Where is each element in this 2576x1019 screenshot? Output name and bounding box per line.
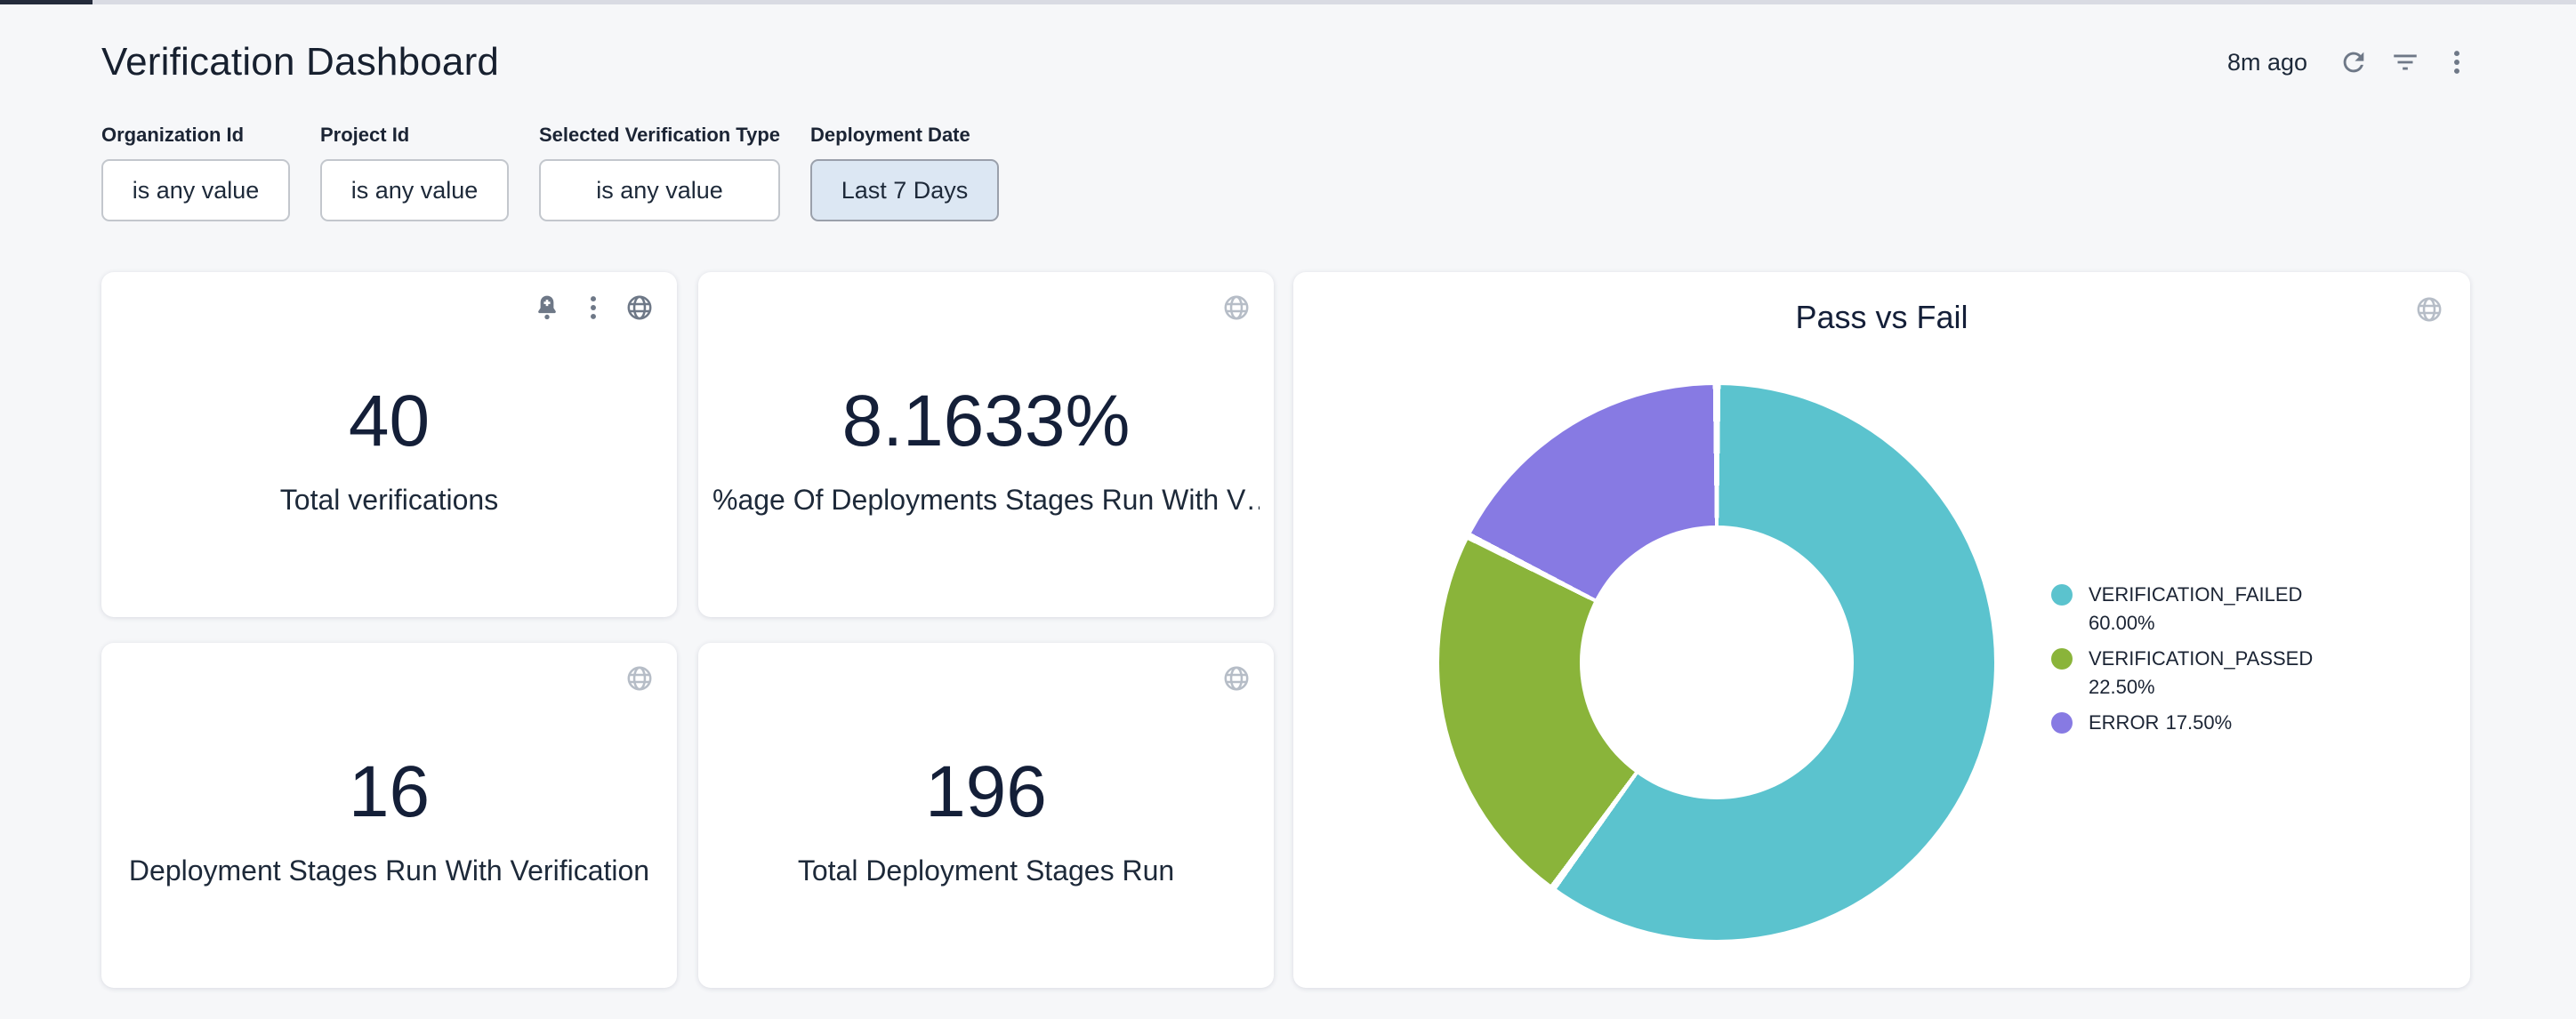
filter-group-deployment-date: Deployment Date Last 7 Days [810,124,999,221]
globe-icon[interactable] [2413,293,2445,325]
legend-item-error[interactable]: ERROR 17.50% [2051,709,2327,737]
filter-group-organization-id: Organization Id is any value [101,124,290,221]
globe-icon[interactable] [624,662,656,694]
filter-label: Organization Id [101,124,290,147]
kpi-tile-grid: 40 Total verifications 8.1633% %age Of D… [101,272,1274,988]
filter-group-project-id: Project Id is any value [320,124,509,221]
dashboard-page: Verification Dashboard 8m ago Organizati… [0,4,2576,988]
filter-label: Deployment Date [810,124,999,147]
chart-legend: VERIFICATION_FAILED 60.00% VERIFICATION_… [2051,581,2327,744]
legend-label: VERIFICATION_FAILED 60.00% [2089,581,2327,638]
legend-dot [2051,648,2073,670]
tile-actions [531,292,656,324]
legend-label: ERROR 17.50% [2089,709,2232,737]
tile-actions [1220,292,1252,324]
dashboard-grid: 40 Total verifications 8.1633% %age Of D… [101,272,2476,988]
tile-total-verifications: 40 Total verifications [101,272,677,617]
project-id-filter-button[interactable]: is any value [320,159,509,221]
globe-icon[interactable] [624,292,656,324]
legend-item-verification-passed[interactable]: VERIFICATION_PASSED 22.50% [2051,645,2327,702]
deployment-date-filter-button[interactable]: Last 7 Days [810,159,999,221]
legend-dot [2051,712,2073,734]
kebab-menu-icon[interactable] [2437,43,2476,82]
legend-dot [2051,584,2073,606]
kpi-value: 16 [349,752,430,832]
tile-actions [624,662,656,694]
pass-fail-donut[interactable] [1439,385,1994,940]
verification-type-filter-button[interactable]: is any value [539,159,780,221]
kpi-label: %age Of Deployments Stages Run With V… [712,484,1260,517]
tile-stages-run-with-verification: 16 Deployment Stages Run With Verificati… [101,643,677,988]
globe-icon[interactable] [1220,662,1252,694]
globe-icon[interactable] [1220,292,1252,324]
kpi-value: 40 [349,381,430,461]
tile-actions [1220,662,1252,694]
kpi-label: Total verifications [280,484,498,517]
kpi-value: 8.1633% [842,381,1131,461]
page-title: Verification Dashboard [101,40,499,84]
refresh-icon[interactable] [2334,43,2373,82]
filter-label: Selected Verification Type [539,124,780,147]
pass-vs-fail-card: Pass vs Fail VERIFICATION_FAILED 60.00% … [1293,272,2470,988]
kebab-menu-icon[interactable] [577,292,609,324]
legend-label: VERIFICATION_PASSED 22.50% [2089,645,2327,702]
kpi-label: Total Deployment Stages Run [798,855,1174,887]
tile-percentage-stages-with-verification: 8.1633% %age Of Deployments Stages Run W… [698,272,1274,617]
dashboard-header: Verification Dashboard 8m ago [101,40,2476,84]
tile-total-stages-run: 196 Total Deployment Stages Run [698,643,1274,988]
filter-label: Project Id [320,124,509,147]
organization-id-filter-button[interactable]: is any value [101,159,290,221]
last-updated-text: 8m ago [2227,49,2307,76]
kpi-label: Deployment Stages Run With Verification [129,855,649,887]
kpi-value: 196 [925,752,1047,832]
filter-bar: Organization Id is any value Project Id … [101,124,2476,221]
filter-list-icon[interactable] [2386,43,2425,82]
legend-item-verification-failed[interactable]: VERIFICATION_FAILED 60.00% [2051,581,2327,638]
chart-title: Pass vs Fail [1293,272,2470,336]
bell-plus-icon[interactable] [531,292,563,324]
header-actions: 8m ago [2227,43,2476,82]
filter-group-verification-type: Selected Verification Type is any value [539,124,780,221]
